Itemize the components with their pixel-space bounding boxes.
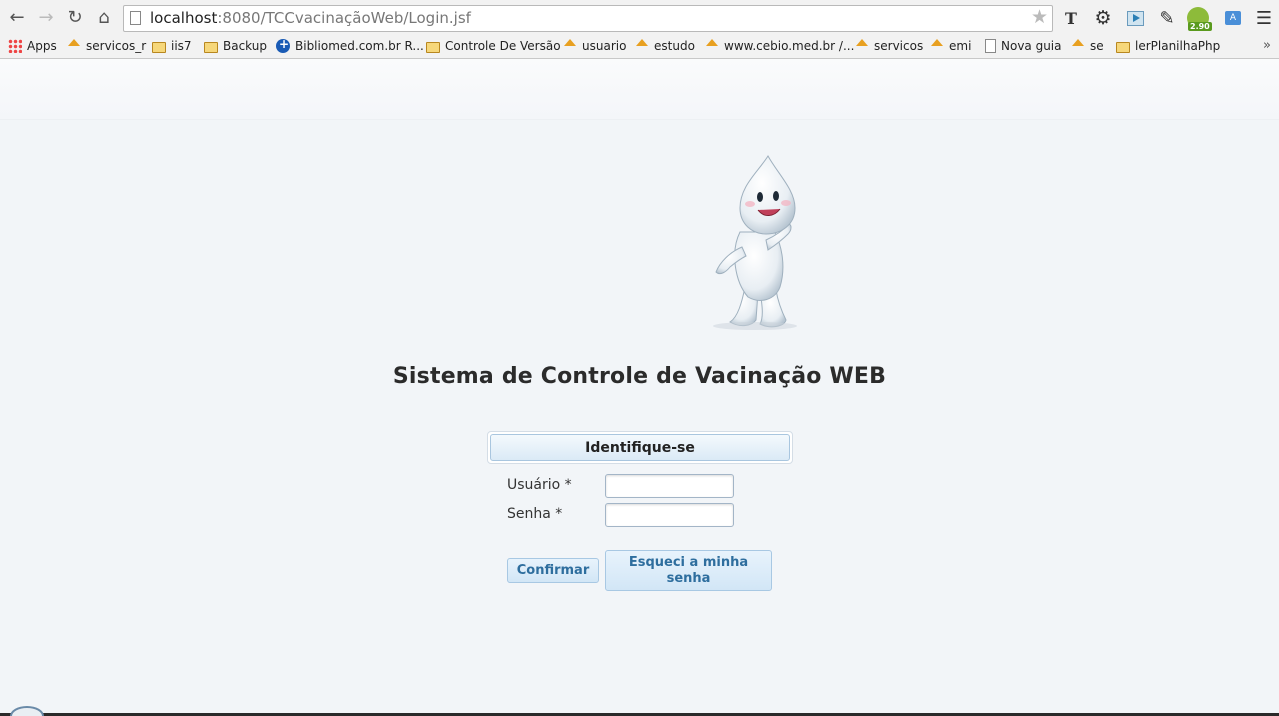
address-bar[interactable]: localhost:8080/TCCvacinaçãoWeb/Login.jsf… (123, 5, 1053, 32)
login-panel-header: Identifique-se (487, 431, 793, 464)
pma-icon (930, 39, 944, 53)
bookmark-emi[interactable]: emi (930, 36, 971, 56)
bookmark-label: usuario (582, 39, 627, 53)
bookmark-label: Nova guia (1001, 39, 1062, 53)
bookmark-apps[interactable]: Apps (8, 36, 57, 56)
bibliomed-icon (276, 37, 290, 53)
reload-icon[interactable]: ↻ (64, 7, 86, 29)
forward-arrow-icon[interactable]: → (35, 7, 57, 29)
password-label: Senha * (507, 506, 563, 522)
taskbar-start-orb-icon[interactable] (10, 706, 44, 716)
gear-icon[interactable]: ⚙ (1092, 7, 1114, 29)
folder-icon (426, 41, 440, 53)
folder-icon (152, 41, 166, 53)
url-host: localhost (150, 9, 218, 27)
pencil-icon[interactable]: ✎ (1156, 7, 1178, 29)
android-extension-icon[interactable]: 2.90 (1187, 7, 1212, 31)
bookmark-estudo[interactable]: estudo (635, 36, 695, 56)
bookmark-label: Controle De Versão (445, 39, 561, 53)
bookmark-usuario[interactable]: usuario (563, 36, 626, 56)
bookmark-servicos-r[interactable]: servicos_r (67, 36, 146, 56)
bookmarks-bar: Apps servicos_r iis7 Backup Bibliomed.co… (0, 36, 1279, 58)
url-text[interactable]: localhost:8080/TCCvacinaçãoWeb/Login.jsf (150, 9, 471, 27)
back-arrow-icon[interactable]: ← (6, 7, 28, 29)
menu-icon[interactable]: ☰ (1253, 7, 1275, 29)
t-extension-label: T (1065, 8, 1077, 28)
login-panel-title: Identifique-se (490, 434, 790, 461)
url-path: :8080/TCCvacinaçãoWeb/Login.jsf (217, 9, 471, 27)
bookmark-label: Apps (27, 39, 57, 53)
pma-icon (855, 39, 869, 53)
pma-icon (1071, 39, 1085, 53)
page-icon (130, 11, 141, 25)
password-field[interactable] (605, 503, 734, 527)
bookmark-label: Backup (223, 39, 267, 53)
confirm-button[interactable]: Confirmar (507, 558, 599, 583)
bookmark-label: Bibliomed.com.br R... (295, 39, 424, 53)
bookmark-backup[interactable]: Backup (204, 36, 267, 56)
pma-icon (67, 39, 81, 53)
bookmark-label: www.cebio.med.br /... (724, 39, 855, 53)
folder-icon (1116, 41, 1130, 53)
translate-icon[interactable]: A (1222, 7, 1244, 29)
page-header-band (0, 59, 1279, 120)
bookmarks-more-button[interactable]: » (1263, 38, 1271, 53)
page-title: Sistema de Controle de Vacinação WEB (392, 364, 887, 389)
bookmark-label: servicos_r (86, 39, 147, 53)
bookmark-label: se (1090, 39, 1104, 53)
android-badge: 2.90 (1188, 22, 1212, 31)
bookmark-lerplanilhaphp[interactable]: lerPlanilhaPhp (1116, 36, 1220, 56)
username-field[interactable] (605, 474, 734, 498)
bookmark-iis7[interactable]: iis7 (152, 36, 192, 56)
bookmark-controle-de-versao[interactable]: Controle De Versão (426, 36, 561, 56)
pma-icon (705, 39, 719, 53)
home-icon[interactable]: ⌂ (93, 7, 115, 29)
bookmark-label: servicos (874, 39, 924, 53)
mascot-droplet-image (713, 155, 797, 330)
folder-icon (204, 41, 218, 53)
bookmark-bibliomed[interactable]: Bibliomed.com.br R... (276, 36, 424, 56)
page-icon (985, 39, 996, 53)
t-extension-icon[interactable]: T (1060, 7, 1082, 29)
pma-icon (563, 39, 577, 53)
bookmark-nova-guia[interactable]: Nova guia (985, 36, 1062, 56)
bookmark-label: lerPlanilhaPhp (1135, 39, 1221, 53)
bookmark-servicos[interactable]: servicos (855, 36, 923, 56)
bookmark-cebio[interactable]: www.cebio.med.br /... (705, 36, 854, 56)
pma-icon (635, 39, 649, 53)
username-label: Usuário * (507, 477, 572, 493)
forgot-password-button[interactable]: Esqueci a minha senha (605, 550, 772, 591)
apps-grid-icon (8, 39, 22, 53)
browser-toolbar: ← → ↻ ⌂ localhost:8080/TCCvacinaçãoWeb/L… (0, 0, 1279, 36)
bookmark-label: emi (949, 39, 972, 53)
bookmark-label: iis7 (171, 39, 192, 53)
bookmark-star-icon[interactable]: ★ (1031, 8, 1048, 27)
bookmark-se[interactable]: se (1071, 36, 1104, 56)
play-extension-icon[interactable] (1124, 7, 1146, 29)
bookmark-label: estudo (654, 39, 695, 53)
